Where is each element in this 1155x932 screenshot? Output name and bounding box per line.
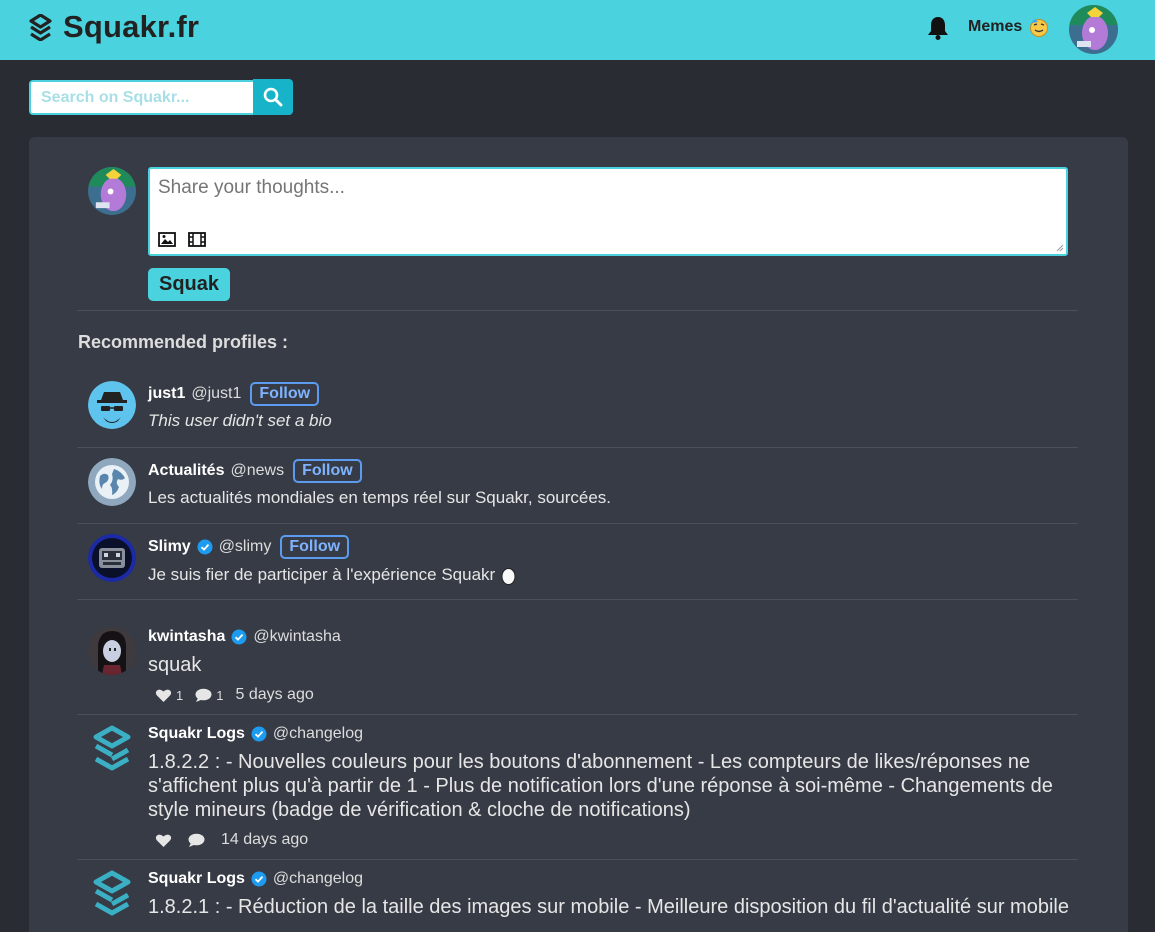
user-avatar[interactable] — [1069, 5, 1118, 54]
follow-button[interactable]: Follow — [280, 535, 350, 559]
post-text: 1.8.2.1 : - Réduction de la taille des i… — [148, 896, 1069, 918]
post-avatar-kwintasha[interactable] — [88, 627, 136, 675]
divider — [77, 523, 1078, 524]
post-text: squak — [148, 654, 202, 676]
profile-header-slimy: Slimy @slimy Follow — [148, 535, 350, 559]
compose-placeholder: Share your thoughts... — [158, 177, 345, 198]
compose-textarea[interactable]: Share your thoughts... — [148, 167, 1068, 256]
squak-submit-button[interactable]: Squak — [148, 268, 230, 301]
profile-bio: Je suis fier de participer à l'expérienc… — [148, 565, 496, 584]
profile-bio-row: Je suis fier de participer à l'expérienc… — [148, 565, 516, 585]
post-header: Squakr Logs @changelog — [148, 725, 363, 743]
profile-bio: Les actualités mondiales en temps réel s… — [148, 488, 612, 507]
profile-handle[interactable]: @news — [230, 462, 284, 480]
profile-handle[interactable]: @just1 — [191, 385, 241, 403]
bell-icon[interactable] — [927, 16, 949, 40]
composer-avatar[interactable] — [88, 167, 136, 215]
profile-avatar-news[interactable] — [88, 458, 136, 506]
search-icon — [263, 87, 283, 107]
verified-badge-icon — [251, 726, 267, 742]
globe-icon — [88, 458, 136, 506]
follow-button[interactable]: Follow — [250, 382, 320, 406]
post-avatar-changelog[interactable] — [88, 869, 136, 917]
profile-name[interactable]: Slimy — [148, 538, 191, 556]
post-avatar-image — [88, 627, 136, 675]
like-count: 1 — [176, 687, 184, 703]
robot-icon — [88, 534, 136, 582]
video-icon[interactable] — [188, 232, 206, 247]
comment-icon[interactable] — [195, 688, 212, 703]
verified-badge-icon — [231, 629, 247, 645]
top-navbar: Squakr.fr Memes — [0, 0, 1155, 60]
post-time[interactable]: 5 days ago — [235, 686, 313, 704]
divider — [77, 714, 1078, 715]
post-author-handle[interactable]: @kwintasha — [253, 628, 340, 646]
memes-link[interactable]: Memes — [968, 18, 1022, 36]
divider — [77, 447, 1078, 448]
incognito-icon — [88, 381, 136, 429]
post-meta: 14 days ago — [155, 831, 308, 849]
profile-avatar-just1[interactable] — [88, 381, 136, 429]
user-avatar-image — [1069, 5, 1118, 54]
follow-button[interactable]: Follow — [293, 459, 362, 483]
post-author-name[interactable]: Squakr Logs — [148, 870, 245, 888]
smiling-face-icon[interactable] — [1029, 17, 1049, 37]
profile-name[interactable]: Actualités — [148, 462, 224, 480]
recommended-profiles-title: Recommended profiles : — [78, 332, 289, 352]
profile-bio: This user didn't set a bio — [148, 411, 332, 430]
divider — [77, 310, 1078, 311]
profile-header-news: Actualités @news Follow — [148, 459, 362, 483]
heart-icon[interactable] — [155, 833, 172, 848]
divider — [77, 599, 1078, 600]
verified-badge-icon — [197, 539, 213, 555]
post-header: Squakr Logs @changelog — [148, 870, 363, 888]
profile-name[interactable]: just1 — [148, 385, 185, 403]
reply-count: 1 — [216, 687, 224, 703]
post-meta: 1 1 5 days ago — [155, 686, 314, 704]
post-author-name[interactable]: Squakr Logs — [148, 725, 245, 743]
comment-icon[interactable] — [188, 833, 205, 848]
search-button[interactable] — [253, 79, 293, 115]
post-avatar-changelog[interactable] — [88, 724, 136, 772]
divider — [77, 859, 1078, 860]
site-logo-text[interactable]: Squakr.fr — [63, 9, 199, 45]
composer-avatar-image — [88, 167, 136, 215]
profile-avatar-slimy[interactable] — [88, 534, 136, 582]
search-input[interactable] — [29, 80, 253, 115]
verified-badge-icon — [251, 871, 267, 887]
image-icon[interactable] — [158, 232, 176, 247]
post-author-handle[interactable]: @changelog — [273, 870, 363, 888]
profile-header-just1: just1 @just1 Follow — [148, 382, 320, 406]
post-time[interactable]: 14 days ago — [221, 831, 308, 849]
profile-handle[interactable]: @slimy — [219, 538, 272, 556]
squakr-logo-icon — [93, 725, 131, 771]
post-author-name[interactable]: kwintasha — [148, 628, 225, 646]
post-header: kwintasha @kwintasha — [148, 628, 341, 646]
squakr-logo-icon — [93, 870, 131, 916]
squakr-logo-icon[interactable] — [29, 14, 52, 41]
post-author-handle[interactable]: @changelog — [273, 725, 363, 743]
post-text: 1.8.2.2 : - Nouvelles couleurs pour les … — [148, 751, 1053, 821]
heart-icon[interactable] — [155, 688, 172, 703]
resize-handle-icon[interactable] — [1054, 242, 1064, 252]
egg-icon — [501, 567, 516, 585]
